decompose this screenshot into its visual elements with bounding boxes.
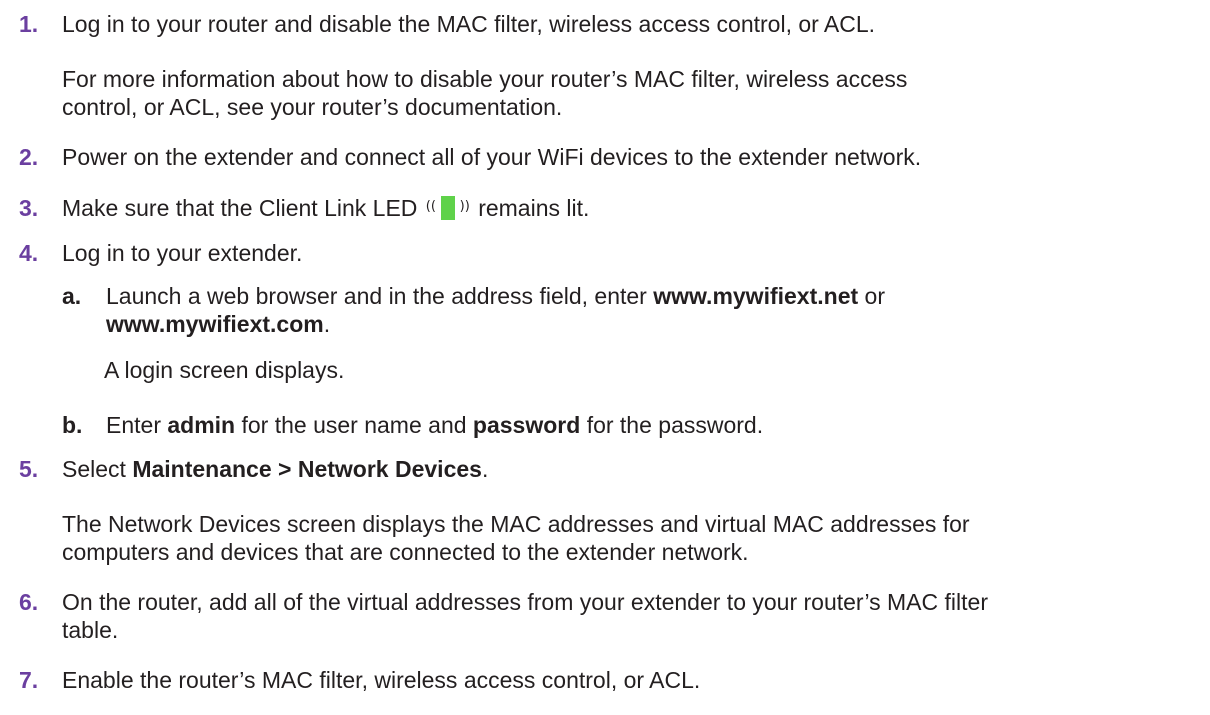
step-text-before: Make sure that the Client Link LED: [62, 195, 418, 221]
step-number: 3.: [19, 195, 39, 221]
step-text: On the router, add all of the virtual ad…: [62, 589, 988, 643]
step-number: 1.: [19, 11, 39, 37]
username-value: admin: [167, 412, 236, 438]
substep-a-note: A login screen displays.: [104, 356, 1210, 384]
step-text: Log in to your router and disable the MA…: [62, 11, 876, 37]
substep-text: Launch a web browser and in the address …: [106, 283, 885, 337]
step-text: Log in to your extender.: [62, 240, 303, 266]
url-com: www.mywifiext.com: [106, 311, 324, 337]
step-number: 6.: [19, 589, 39, 615]
or-word: or: [864, 283, 885, 309]
url-net: www.mywifiext.net: [653, 283, 859, 309]
document-page: 1. Log in to your router and disable the…: [0, 0, 1210, 715]
note-line: The Network Devices screen displays the …: [62, 511, 970, 537]
client-link-led-icon: (( )): [426, 196, 470, 220]
note-line: control, or ACL, see your router’s docum…: [62, 94, 563, 120]
step-text: Select Maintenance > Network Devices.: [62, 456, 489, 482]
substep-letter: a.: [62, 283, 82, 309]
led-indicator: [440, 196, 455, 220]
substep-letter: b.: [62, 412, 83, 438]
password-value: password: [472, 412, 581, 438]
step-text-after: remains lit.: [478, 195, 590, 221]
menu-path: Maintenance > Network Devices: [132, 456, 482, 482]
step-1-note: For more information about how to disabl…: [62, 65, 1202, 121]
step-text: Enable the router’s MAC filter, wireless…: [62, 667, 701, 693]
step-5-note: The Network Devices screen displays the …: [62, 510, 1202, 566]
step-text: Power on the extender and connect all of…: [62, 144, 922, 170]
note-line: A login screen displays.: [104, 357, 345, 383]
step-text: Make sure that the Client Link LED (( ))…: [62, 194, 1202, 222]
step-number: 5.: [19, 456, 39, 482]
note-line: For more information about how to disabl…: [62, 66, 908, 92]
substep-text: Enter admin for the user name and passwo…: [106, 412, 764, 438]
step-number: 7.: [19, 667, 39, 693]
note-line: computers and devices that are connected…: [62, 539, 749, 565]
step-number: 2.: [19, 144, 39, 170]
step-number: 4.: [19, 240, 39, 266]
substep-instruction: Launch a web browser and in the address …: [106, 283, 647, 309]
